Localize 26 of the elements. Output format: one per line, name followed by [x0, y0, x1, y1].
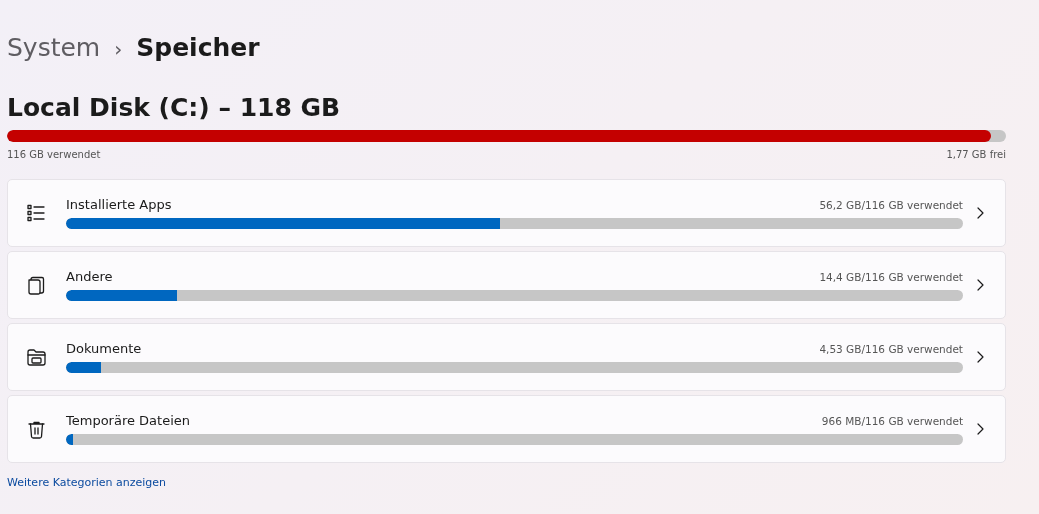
list-icon — [25, 202, 47, 224]
category-label: Dokumente — [66, 341, 142, 356]
folder-icon — [25, 346, 47, 368]
usage-label: 966 MB/116 GB verwendet — [821, 415, 963, 427]
more-categories-link[interactable]: Weitere Kategorien anzeigen — [7, 476, 167, 489]
chevron-right-icon — [975, 278, 985, 292]
page-title: Speicher — [136, 33, 260, 62]
usage-label: 56,2 GB/116 GB verwendet — [819, 199, 963, 211]
category-card[interactable]: Dokumente 4,53 GB/116 GB verwendet — [7, 323, 1006, 391]
free-label: 1,77 GB frei — [946, 149, 1006, 160]
document-icon — [25, 274, 47, 296]
disk-title: Local Disk (C:) – 118 GB — [7, 92, 342, 124]
breadcrumb-link[interactable]: System — [7, 33, 101, 62]
category-label: Installierte Apps — [66, 197, 172, 212]
category-label: Andere — [66, 269, 113, 284]
chevron-right-icon — [975, 350, 985, 364]
category-card[interactable]: Andere 14,4 GB/116 GB verwendet — [7, 251, 1006, 319]
category-card[interactable]: Installierte Apps 56,2 GB/116 GB verwendet — [7, 179, 1006, 247]
used-label: 116 GB verwendet — [7, 149, 101, 160]
category-card[interactable]: Temporäre Dateien 966 MB/116 GB verwendet — [7, 395, 1006, 463]
chevron-right-icon — [975, 422, 985, 436]
breadcrumb-separator: › — [114, 37, 123, 61]
chevron-right-icon — [975, 206, 985, 220]
usage-label: 14,4 GB/116 GB verwendet — [819, 271, 963, 283]
usage-label: 4,53 GB/116 GB verwendet — [819, 343, 963, 355]
category-label: Temporäre Dateien — [66, 413, 191, 428]
